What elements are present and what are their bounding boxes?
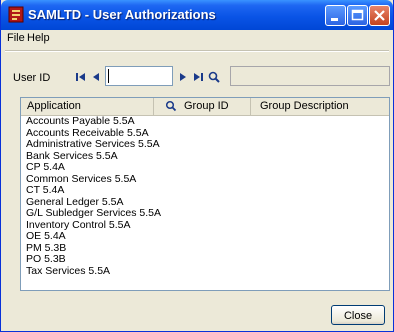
list-item[interactable]: Common Services 5.5A: [21, 173, 389, 186]
list-item[interactable]: OE 5.4A: [21, 230, 389, 243]
list-item[interactable]: Tax Services 5.5A: [21, 265, 389, 278]
list-header: Application Group ID Group Description: [21, 98, 389, 116]
close-icon: [374, 10, 385, 21]
list-rows: Accounts Payable 5.5A Accounts Receivabl…: [21, 115, 389, 278]
window-title: SAMLTD - User Authorizations: [28, 7, 216, 22]
user-id-input[interactable]: [105, 66, 173, 86]
finder-icon[interactable]: [207, 69, 221, 85]
menu-bar: File Help: [1, 30, 393, 48]
title-bar[interactable]: SAMLTD - User Authorizations: [1, 0, 393, 30]
menu-help[interactable]: Help: [27, 32, 50, 44]
user-authorizations-window: SAMLTD - User Authorizations File Help U…: [0, 0, 394, 332]
minimize-button[interactable]: [325, 5, 346, 26]
menu-file[interactable]: File: [7, 32, 25, 44]
menu-separator: [5, 50, 389, 52]
close-window-button[interactable]: [369, 5, 390, 26]
authorizations-list[interactable]: Application Group ID Group Description A…: [20, 97, 390, 291]
list-item[interactable]: G/L Subledger Services 5.5A: [21, 207, 389, 220]
list-item[interactable]: Bank Services 5.5A: [21, 150, 389, 163]
column-group-description[interactable]: Group Description: [251, 98, 389, 115]
list-item[interactable]: CT 5.4A: [21, 184, 389, 197]
list-item[interactable]: Administrative Services 5.5A: [21, 138, 389, 151]
minimize-icon: [331, 18, 338, 21]
maximize-icon: [351, 9, 364, 21]
text-caret: [108, 69, 109, 83]
user-id-label: User ID: [13, 72, 51, 84]
list-item[interactable]: PO 5.3B: [21, 253, 389, 266]
user-description-field: [230, 66, 390, 86]
last-record-icon[interactable]: [191, 69, 205, 85]
close-button[interactable]: Close: [331, 305, 385, 325]
first-record-icon[interactable]: [74, 69, 88, 85]
maximize-button[interactable]: [347, 5, 368, 26]
next-record-icon[interactable]: [176, 69, 190, 85]
list-item[interactable]: Accounts Payable 5.5A: [21, 115, 389, 128]
list-item[interactable]: PM 5.3B: [21, 242, 389, 255]
column-application[interactable]: Application: [21, 98, 154, 115]
previous-record-icon[interactable]: [89, 69, 103, 85]
app-icon: [8, 6, 24, 23]
list-item[interactable]: Inventory Control 5.5A: [21, 219, 389, 232]
search-icon[interactable]: [165, 100, 177, 112]
list-item[interactable]: CP 5.4A: [21, 161, 389, 174]
